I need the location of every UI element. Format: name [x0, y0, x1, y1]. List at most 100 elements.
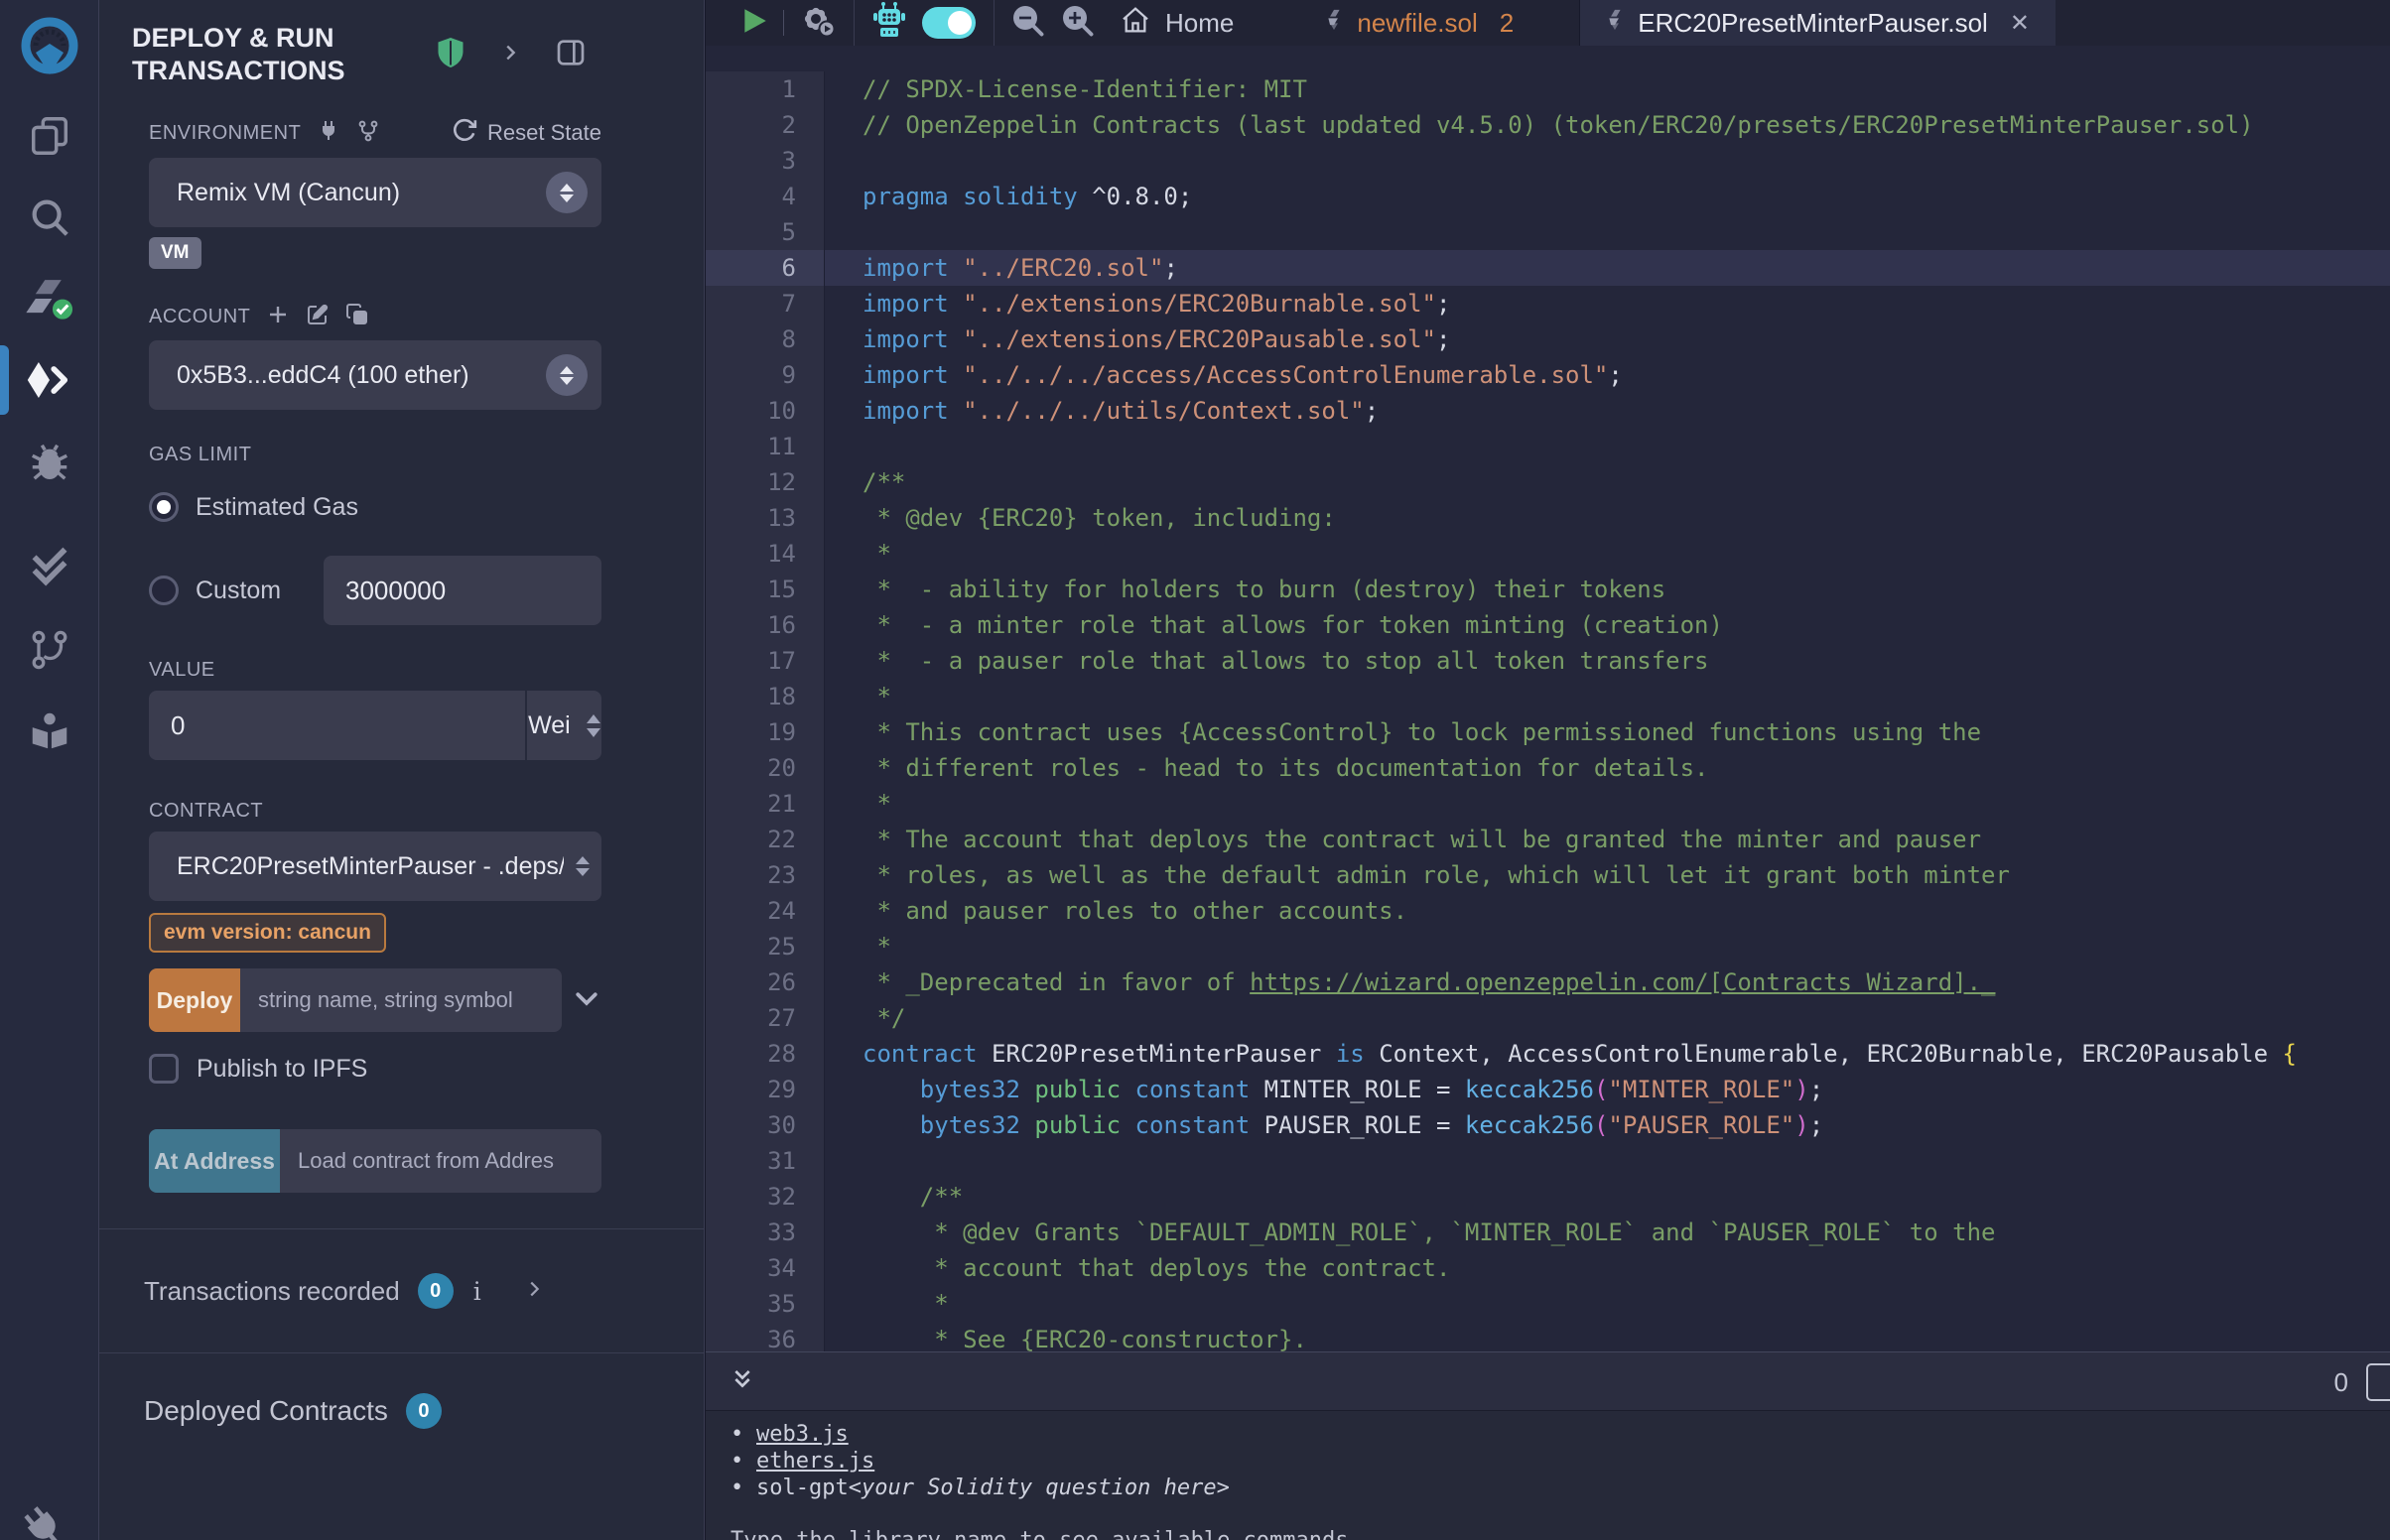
sidebar-item-solidity-compiler[interactable]: [0, 258, 99, 339]
sidebar-item-debugger[interactable]: [0, 421, 99, 502]
code-line[interactable]: 14 *: [706, 536, 2390, 572]
estimated-gas-label: Estimated Gas: [196, 493, 358, 522]
account-label: ACCOUNT: [149, 306, 250, 328]
environment-select[interactable]: Remix VM (Cancun): [149, 158, 601, 227]
sidebar-item-deploy-and-run[interactable]: [0, 339, 99, 421]
terminal-list-item[interactable]: •web3.js: [730, 1421, 2390, 1448]
sidebar-item-unit-testing[interactable]: [0, 528, 99, 609]
code-line[interactable]: 4pragma solidity ^0.8.0;: [706, 179, 2390, 214]
deployed-contracts-section[interactable]: Deployed Contracts 0: [99, 1353, 704, 1429]
code-line[interactable]: 2// OpenZeppelin Contracts (last updated…: [706, 107, 2390, 143]
reset-state-label: Reset State: [487, 120, 601, 146]
code-line[interactable]: 32 /**: [706, 1179, 2390, 1215]
code-line[interactable]: 26 * _Deprecated in favor of https://wiz…: [706, 964, 2390, 1000]
terminal-bar[interactable]: 0: [706, 1351, 2390, 1411]
plug-icon[interactable]: [317, 119, 340, 148]
code-line[interactable]: 36 * See {ERC20-constructor}.: [706, 1322, 2390, 1351]
code-line[interactable]: 16 * - a minter role that allows for tok…: [706, 607, 2390, 643]
play-icon: [739, 6, 769, 41]
copilot-toggle[interactable]: [922, 7, 976, 39]
code-line[interactable]: 6import "../ERC20.sol";: [706, 250, 2390, 286]
tab-erc20presetminterpauser[interactable]: ERC20PresetMinterPauser.sol ✕: [1579, 0, 2056, 46]
sidebar-item-plugin-manager[interactable]: [18, 1501, 67, 1540]
remix-logo[interactable]: [0, 0, 99, 95]
code-line[interactable]: 3: [706, 143, 2390, 179]
tab-home[interactable]: Home: [1120, 4, 1234, 43]
code-line[interactable]: 1// SPDX-License-Identifier: MIT: [706, 71, 2390, 107]
zoom-out-button[interactable]: [1010, 3, 1046, 44]
sidebar-item-learneth[interactable]: [0, 691, 99, 772]
code-line[interactable]: 17 * - a pauser role that allows to stop…: [706, 643, 2390, 679]
code-line[interactable]: 28contract ERC20PresetMinterPauser is Co…: [706, 1036, 2390, 1072]
deploy-args-input[interactable]: [240, 968, 562, 1032]
at-address-button[interactable]: At Address: [149, 1129, 280, 1193]
code-line[interactable]: 20 * different roles - head to its docum…: [706, 750, 2390, 786]
reset-icon: [452, 117, 477, 149]
custom-gas-radio[interactable]: [149, 576, 179, 605]
deploy-expand-chevron-icon[interactable]: [572, 983, 601, 1018]
layout-columns-icon[interactable]: [555, 37, 587, 73]
contract-select[interactable]: ERC20PresetMinterPauser - .deps/: [149, 832, 601, 901]
fork-environment-icon[interactable]: [356, 119, 380, 148]
code-line[interactable]: 30 bytes32 public constant PAUSER_ROLE =…: [706, 1107, 2390, 1143]
line-number: 36: [706, 1322, 825, 1351]
code-line[interactable]: 23 * roles, as well as the default admin…: [706, 857, 2390, 893]
code-line[interactable]: 12/**: [706, 464, 2390, 500]
account-select[interactable]: 0x5B3...eddC4 (100 ether): [149, 340, 601, 410]
code-line[interactable]: 11: [706, 429, 2390, 464]
code-line[interactable]: 15 * - ability for holders to burn (dest…: [706, 572, 2390, 607]
code-line[interactable]: 21 *: [706, 786, 2390, 822]
expand-terminal-chevrons-icon[interactable]: [730, 1368, 754, 1395]
code-line[interactable]: 29 bytes32 public constant MINTER_ROLE =…: [706, 1072, 2390, 1107]
code-line[interactable]: 27 */: [706, 1000, 2390, 1036]
code-line[interactable]: 9import "../../../access/AccessControlEn…: [706, 357, 2390, 393]
code-line[interactable]: 10import "../../../utils/Context.sol";: [706, 393, 2390, 429]
zoom-in-button[interactable]: [1060, 3, 1096, 44]
code-line[interactable]: 22 * The account that deploys the contra…: [706, 822, 2390, 857]
pin-panel-chevron-icon[interactable]: [499, 40, 521, 70]
terminal-link[interactable]: web3.js: [756, 1421, 849, 1448]
reset-state-button[interactable]: Reset State: [452, 117, 601, 149]
terminal-search-input[interactable]: [2366, 1363, 2390, 1401]
code-line[interactable]: 31: [706, 1143, 2390, 1179]
terminal: 0 •web3.js•ethers.js•sol-gpt <your Solid…: [706, 1351, 2390, 1540]
value-unit-select[interactable]: Wei: [527, 691, 601, 760]
code-line[interactable]: 13 * @dev {ERC20} token, including:: [706, 500, 2390, 536]
code-line[interactable]: 5: [706, 214, 2390, 250]
code-line[interactable]: 18 *: [706, 679, 2390, 714]
transactions-recorded-section[interactable]: Transactions recorded 0 i: [99, 1229, 704, 1352]
sidebar-item-search[interactable]: [0, 177, 99, 258]
terminal-list-item[interactable]: •ethers.js: [730, 1448, 2390, 1475]
close-tab-icon[interactable]: ✕: [2010, 9, 2030, 38]
sidebar-item-file-explorer[interactable]: [0, 95, 99, 177]
ai-copilot-button[interactable]: [870, 1, 908, 46]
code-line[interactable]: 35 *: [706, 1286, 2390, 1322]
run-script-button[interactable]: [739, 6, 769, 41]
terminal-hint: Type the library name to see available c…: [730, 1527, 2390, 1540]
add-account-icon[interactable]: [266, 303, 290, 331]
code-line[interactable]: 19 * This contract uses {AccessControl} …: [706, 714, 2390, 750]
edit-account-icon[interactable]: [306, 303, 330, 331]
code-line[interactable]: 24 * and pauser roles to other accounts.: [706, 893, 2390, 929]
code-line[interactable]: 25 *: [706, 929, 2390, 964]
tab-newfile[interactable]: newfile.sol 2: [1299, 0, 1539, 46]
code-line[interactable]: 7import "../extensions/ERC20Burnable.sol…: [706, 286, 2390, 321]
terminal-output[interactable]: •web3.js•ethers.js•sol-gpt <your Solidit…: [706, 1411, 2390, 1540]
at-address-input[interactable]: [280, 1129, 601, 1193]
sidebar-item-git[interactable]: [0, 609, 99, 691]
transactions-expand-chevron-icon[interactable]: [523, 1276, 545, 1307]
code-editor[interactable]: 1// SPDX-License-Identifier: MIT2// Open…: [706, 46, 2390, 1351]
code-line[interactable]: 33 * @dev Grants `DEFAULT_ADMIN_ROLE`, `…: [706, 1215, 2390, 1250]
custom-gas-input[interactable]: [324, 556, 601, 625]
deploy-button[interactable]: Deploy: [149, 968, 240, 1032]
code-line[interactable]: 8import "../extensions/ERC20Pausable.sol…: [706, 321, 2390, 357]
code-line[interactable]: 34 * account that deploys the contract.: [706, 1250, 2390, 1286]
script-config-button[interactable]: [798, 1, 838, 46]
publish-ipfs-checkbox[interactable]: [149, 1054, 179, 1084]
shield-icon[interactable]: [436, 36, 465, 74]
copy-account-icon[interactable]: [345, 303, 369, 331]
value-input[interactable]: [149, 691, 525, 760]
info-icon[interactable]: i: [473, 1277, 481, 1306]
estimated-gas-radio[interactable]: [149, 492, 179, 522]
terminal-link[interactable]: ethers.js: [756, 1448, 874, 1475]
